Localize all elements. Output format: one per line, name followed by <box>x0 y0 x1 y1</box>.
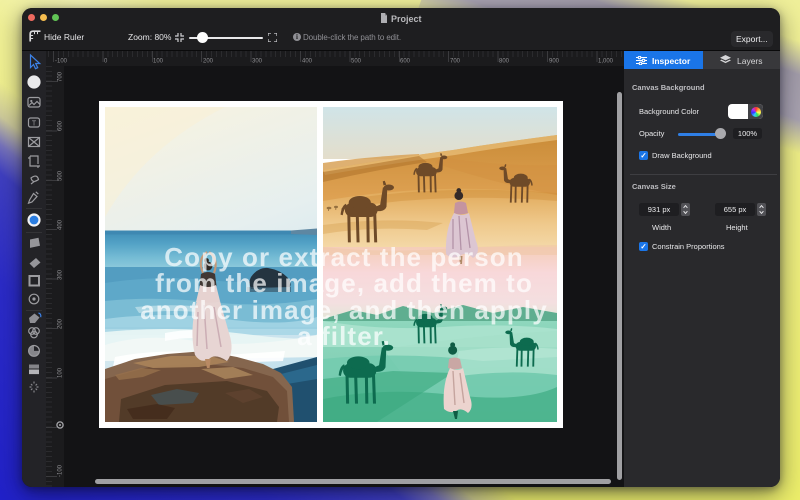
svg-text:T: T <box>32 121 37 128</box>
